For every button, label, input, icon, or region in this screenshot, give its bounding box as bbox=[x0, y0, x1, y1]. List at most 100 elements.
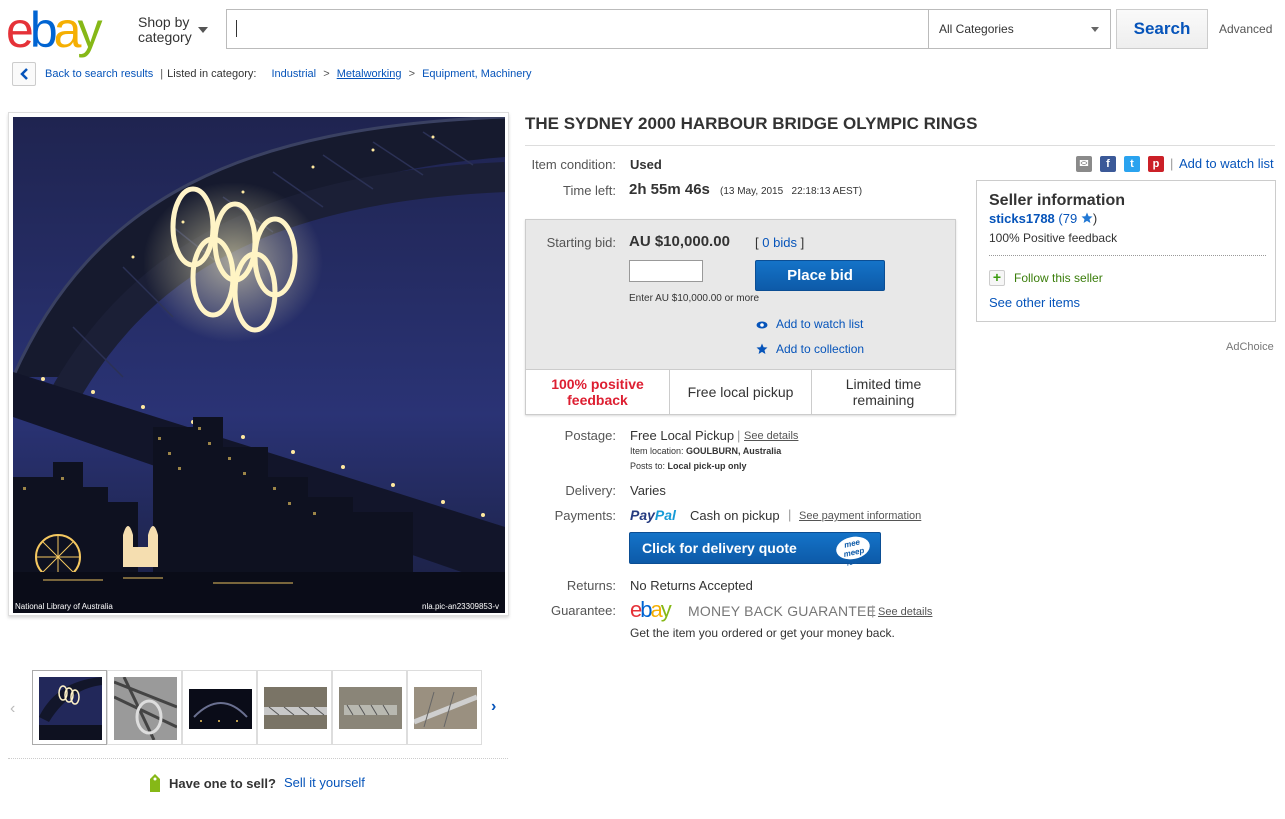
breadcrumb-item-metalworking[interactable]: Metalworking bbox=[337, 68, 402, 80]
main-image-frame[interactable]: National Library of Australia nla.pic-an… bbox=[8, 112, 509, 616]
back-to-search-link[interactable]: Back to search results bbox=[45, 68, 153, 80]
payments-value: Cash on pickup bbox=[690, 508, 780, 523]
guarantee-text: Get the item you ordered or get your mon… bbox=[630, 626, 895, 640]
money-back-guarantee: MONEY BACK GUARANTEE bbox=[688, 603, 877, 619]
dropdown-arrow-icon bbox=[1091, 27, 1099, 32]
thumbnail-1[interactable] bbox=[32, 670, 107, 745]
ebay-logo[interactable]: ebay bbox=[6, 2, 126, 58]
divider bbox=[8, 758, 508, 759]
seller-score-close: ) bbox=[1092, 211, 1098, 226]
postage-see-details-link[interactable]: See details bbox=[744, 430, 798, 442]
feature-free-pickup: Free local pickup bbox=[670, 369, 811, 414]
posts-to-label: Posts to: bbox=[630, 461, 666, 471]
breadcrumb-divider: | bbox=[160, 68, 164, 80]
title-divider bbox=[525, 145, 1275, 146]
returns-value: No Returns Accepted bbox=[630, 578, 753, 593]
shop-by-line2: category bbox=[138, 29, 192, 45]
thumbnail-image bbox=[264, 677, 327, 740]
search-button[interactable]: Search bbox=[1116, 9, 1208, 49]
seller-name-link[interactable]: sticks1788 bbox=[989, 211, 1055, 226]
item-location-value: GOULBURN, Australia bbox=[686, 446, 782, 456]
thumbnail-image bbox=[339, 677, 402, 740]
payments-divider: | bbox=[788, 507, 792, 522]
eye-icon bbox=[756, 321, 768, 329]
thumbnail-image bbox=[189, 677, 252, 740]
time-left-label: Time left: bbox=[563, 183, 616, 198]
email-icon[interactable]: ✉ bbox=[1076, 156, 1092, 172]
paypal-pay: Pay bbox=[630, 507, 655, 523]
breadcrumb: Back to search results | Listed in catego… bbox=[45, 68, 532, 80]
chevron-left-icon bbox=[20, 68, 28, 80]
seller-score-link[interactable]: (79 bbox=[1058, 211, 1077, 226]
logo-letter-b: b bbox=[640, 597, 652, 622]
payment-info-link[interactable]: See payment information bbox=[799, 510, 921, 522]
star-icon bbox=[756, 343, 768, 354]
have-one-to-sell-label: Have one to sell? bbox=[169, 776, 276, 791]
condition-value: Used bbox=[630, 157, 662, 172]
returns-label: Returns: bbox=[566, 578, 616, 593]
starting-bid-value: AU $10,000.00 bbox=[629, 233, 730, 250]
seller-feedback: 100% Positive feedback bbox=[989, 231, 1118, 245]
listed-in-label: Listed in category: bbox=[167, 68, 257, 80]
payments-label: Payments: bbox=[554, 508, 616, 523]
breadcrumb-separator: > bbox=[323, 68, 330, 80]
star-rating-icon bbox=[1081, 212, 1093, 223]
thumbnail-2[interactable] bbox=[107, 670, 182, 745]
logo-letter-e: e bbox=[6, 2, 34, 58]
posts-to: Posts to: Local pick-up only bbox=[630, 461, 747, 471]
bid-add-to-watch-list-link[interactable]: Add to watch list bbox=[776, 317, 863, 331]
seller-divider bbox=[989, 255, 1266, 256]
see-other-items-link[interactable]: See other items bbox=[989, 295, 1080, 310]
guarantee-see-details-link[interactable]: See details bbox=[878, 606, 932, 618]
search-input[interactable] bbox=[226, 9, 929, 49]
logo-letter-a: a bbox=[650, 597, 663, 622]
sell-it-yourself-link[interactable]: Sell it yourself bbox=[284, 775, 365, 790]
shop-by-line1: Shop by bbox=[138, 14, 190, 30]
delivery-value: Varies bbox=[630, 483, 666, 498]
plus-icon[interactable]: + bbox=[989, 270, 1005, 286]
facebook-icon[interactable]: f bbox=[1100, 156, 1116, 172]
item-title: THE SYDNEY 2000 HARBOUR BRIDGE OLYMPIC R… bbox=[525, 114, 978, 133]
shop-by-category-button[interactable]: Shop by category bbox=[138, 15, 192, 45]
breadcrumb-item-equipment[interactable]: Equipment, Machinery bbox=[422, 68, 531, 80]
thumbnail-prev-button[interactable]: ‹ bbox=[10, 700, 15, 718]
add-to-watch-list-link[interactable]: Add to watch list bbox=[1179, 156, 1274, 171]
pinterest-icon[interactable]: p bbox=[1148, 156, 1164, 172]
chevron-down-icon[interactable] bbox=[198, 27, 208, 33]
image-credit: National Library of Australia bbox=[15, 602, 113, 611]
postage-value: Free Local Pickup bbox=[630, 428, 735, 443]
delivery-quote-button[interactable]: Click for delivery quote mee meep .com bbox=[629, 532, 881, 568]
share-divider: | bbox=[1170, 156, 1174, 171]
thumbnail-6[interactable] bbox=[407, 670, 482, 745]
bid-hint: Enter AU $10,000.00 or more bbox=[629, 293, 760, 304]
thumbnail-3[interactable] bbox=[182, 670, 257, 745]
thumbnail-4[interactable] bbox=[257, 670, 332, 745]
bids-close-bracket: ] bbox=[800, 235, 805, 250]
starting-bid-label: Starting bid: bbox=[546, 235, 616, 250]
bids-link[interactable]: 0 bids bbox=[762, 235, 797, 250]
delivery-label: Delivery: bbox=[565, 483, 616, 498]
follow-seller-link[interactable]: Follow this seller bbox=[1014, 271, 1103, 285]
item-location-label: Item location: bbox=[630, 446, 684, 456]
thumbnail-next-button[interactable]: › bbox=[491, 698, 496, 716]
place-bid-button[interactable]: Place bid bbox=[755, 260, 885, 291]
thumbnail-5[interactable] bbox=[332, 670, 407, 745]
seller-info-title: Seller information bbox=[989, 192, 1126, 209]
main-image[interactable]: National Library of Australia nla.pic-an… bbox=[13, 117, 505, 613]
logo-letter-y: y bbox=[77, 2, 102, 58]
bid-amount-input[interactable] bbox=[629, 260, 703, 282]
text-cursor bbox=[236, 20, 237, 37]
twitter-icon[interactable]: t bbox=[1124, 156, 1140, 172]
back-button[interactable] bbox=[12, 62, 36, 86]
image-id: nla.pic-an23309853-v bbox=[422, 602, 499, 611]
advanced-search-link[interactable]: Advanced bbox=[1219, 22, 1272, 36]
category-select-value: All Categories bbox=[939, 22, 1014, 36]
add-to-collection-link[interactable]: Add to collection bbox=[776, 342, 864, 356]
bids-open-bracket: [ bbox=[755, 235, 759, 250]
logo-letter-b: b bbox=[29, 2, 58, 58]
time-left-end: (13 May, 2015 22:18:13 AEST) bbox=[720, 186, 863, 197]
adchoice-label[interactable]: AdChoice bbox=[1226, 341, 1274, 353]
category-select[interactable]: All Categories bbox=[929, 9, 1111, 49]
guarantee-divider: | bbox=[871, 603, 875, 618]
breadcrumb-item-industrial[interactable]: Industrial bbox=[271, 68, 316, 80]
